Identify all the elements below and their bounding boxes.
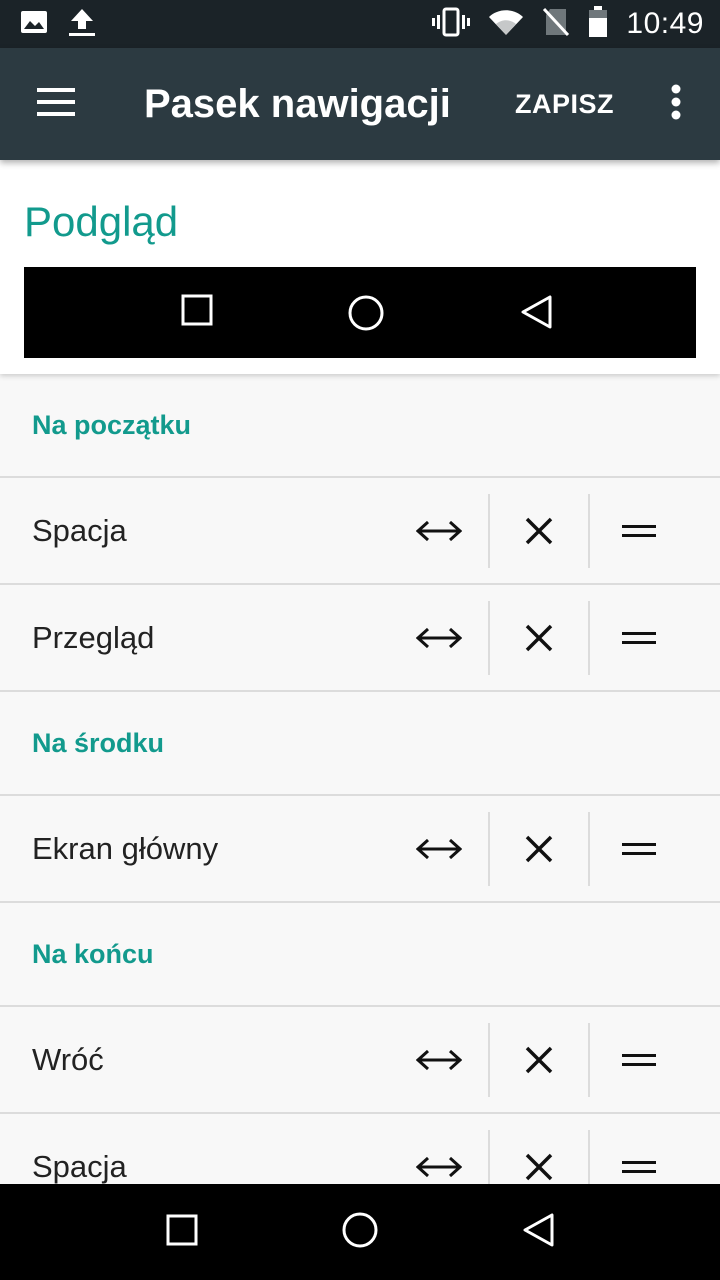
remove-icon	[525, 517, 553, 544]
list-item-label: Wróć	[32, 1041, 104, 1077]
home-button[interactable]	[341, 1212, 379, 1254]
resize-width-button[interactable]	[390, 601, 488, 675]
list-item[interactable]: Ekran główny	[0, 796, 720, 903]
no-sim-icon	[542, 7, 570, 42]
image-notification-icon	[20, 10, 48, 39]
list-item[interactable]: Wróć	[0, 1007, 720, 1114]
list-item-label: Przegląd	[32, 619, 155, 655]
navigation-buttons-list: Na początku Spacja Przegląd Na środku Ek…	[0, 374, 720, 1184]
home-icon	[342, 1212, 378, 1248]
resize-width-button[interactable]	[390, 812, 488, 886]
toolbar: Pasek nawigacji ZAPISZ	[0, 48, 720, 160]
remove-icon	[525, 624, 553, 651]
drag-handle-icon	[622, 1053, 656, 1066]
resize-width-icon	[416, 1049, 462, 1070]
preview-title: Podgląd	[24, 198, 179, 245]
resize-width-button[interactable]	[390, 1023, 488, 1097]
vibrate-icon	[432, 7, 471, 42]
system-navigation-bar	[0, 1184, 720, 1280]
section-header-center: Na środku	[0, 692, 720, 796]
drag-handle[interactable]	[590, 1023, 688, 1097]
resize-width-button[interactable]	[390, 1130, 488, 1185]
recents-icon	[181, 294, 213, 331]
menu-button[interactable]	[0, 48, 112, 160]
back-icon	[520, 294, 554, 335]
back-button[interactable]	[522, 1213, 556, 1253]
list-item-label: Ekran główny	[32, 830, 219, 866]
resize-width-icon	[416, 627, 462, 648]
drag-handle-icon	[622, 524, 656, 537]
drag-handle-icon	[622, 842, 656, 855]
remove-icon	[525, 835, 553, 862]
drag-handle[interactable]	[590, 494, 688, 568]
remove-icon	[525, 1153, 553, 1180]
drag-handle-icon	[622, 631, 656, 644]
hamburger-menu-icon	[37, 87, 75, 121]
preview-card: Podgląd	[0, 160, 720, 374]
remove-button[interactable]	[490, 812, 588, 886]
drag-handle[interactable]	[590, 812, 688, 886]
recents-button[interactable]	[166, 1214, 198, 1251]
overflow-menu-button[interactable]	[648, 48, 704, 160]
page-title: Pasek nawigacji	[144, 81, 451, 126]
drag-handle[interactable]	[590, 1130, 688, 1185]
resize-width-icon	[416, 520, 462, 541]
list-item[interactable]: Spacja	[0, 478, 720, 585]
upload-icon	[66, 7, 98, 42]
wifi-icon	[488, 8, 524, 41]
list-item[interactable]: Spacja	[0, 1114, 720, 1184]
preview-navigation-bar	[24, 267, 696, 358]
status-bar: 10:49	[0, 0, 720, 48]
section-header-end: Na końcu	[0, 903, 720, 1007]
remove-button[interactable]	[490, 1023, 588, 1097]
drag-handle[interactable]	[590, 601, 688, 675]
back-icon	[523, 1213, 554, 1247]
home-icon	[347, 294, 385, 337]
remove-button[interactable]	[490, 601, 588, 675]
resize-width-icon	[416, 838, 462, 859]
battery-icon	[588, 5, 608, 43]
drag-handle-icon	[622, 1160, 656, 1173]
list-item[interactable]: Przegląd	[0, 585, 720, 692]
remove-button[interactable]	[490, 494, 588, 568]
status-time: 10:49	[626, 7, 704, 40]
resize-width-button[interactable]	[390, 494, 488, 568]
recents-icon	[166, 1214, 198, 1246]
remove-icon	[525, 1046, 553, 1073]
list-item-label: Spacja	[32, 512, 127, 548]
save-button[interactable]: ZAPISZ	[515, 89, 614, 120]
section-header-start: Na początku	[0, 374, 720, 478]
remove-button[interactable]	[490, 1130, 588, 1185]
resize-width-icon	[416, 1156, 462, 1177]
more-vert-icon	[671, 84, 681, 125]
list-item-label: Spacja	[32, 1148, 127, 1184]
